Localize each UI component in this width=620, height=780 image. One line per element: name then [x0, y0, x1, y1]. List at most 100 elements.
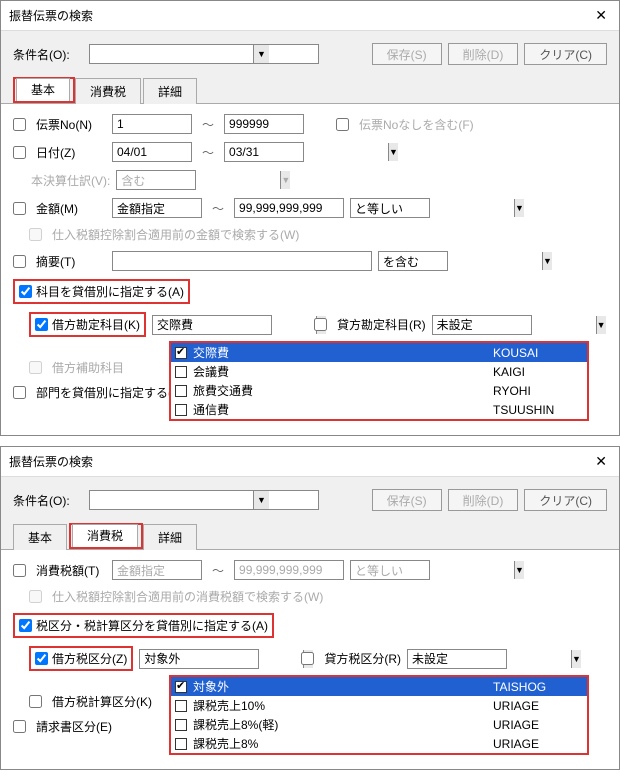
save-button[interactable]: 保存(S): [372, 43, 442, 65]
chevron-down-icon[interactable]: ▼: [514, 561, 524, 579]
highlight-tab-basic: 基本: [13, 77, 75, 103]
check-icon[interactable]: [175, 681, 187, 693]
check-icon[interactable]: [175, 385, 187, 397]
amount-kind-combo[interactable]: ▼: [112, 198, 202, 218]
slip-no-label: 伝票No(N): [36, 116, 106, 133]
amount-op[interactable]: [351, 199, 514, 217]
amount-to[interactable]: 99,999,999,999: [234, 198, 344, 218]
condition-name-combo[interactable]: ▼: [89, 44, 319, 64]
chevron-down-icon[interactable]: ▼: [388, 143, 398, 161]
dr-acct-dropdown[interactable]: 交際費 KOUSAI 会議費 KAIGI 旅費交通費 RYOHI 通信費 TSU…: [169, 341, 589, 421]
save-button[interactable]: 保存(S): [372, 489, 442, 511]
dr-acct-combo[interactable]: ▼: [152, 315, 272, 335]
condition-name-input[interactable]: [90, 45, 253, 63]
chevron-down-icon[interactable]: ▼: [596, 316, 606, 334]
item-name: 旅費交通費: [193, 382, 487, 399]
amount-op-combo[interactable]: ▼: [350, 560, 430, 580]
memo-op-combo[interactable]: ▼: [378, 251, 448, 271]
highlight-by-drcr: 税区分・税計算区分を貸借別に指定する(A): [13, 613, 274, 638]
slip-to[interactable]: 999999: [224, 114, 304, 134]
delete-button[interactable]: 削除(D): [448, 43, 519, 65]
cr-acct-combo[interactable]: ▼: [432, 315, 532, 335]
dr-tax-value[interactable]: [140, 650, 303, 668]
slip-none-check[interactable]: [336, 118, 349, 131]
condition-name-input[interactable]: [90, 491, 253, 509]
chevron-down-icon[interactable]: ▼: [253, 45, 269, 63]
check-icon[interactable]: [175, 738, 187, 750]
by-drcr-check[interactable]: [19, 285, 32, 298]
date-from-combo[interactable]: ▼: [112, 142, 192, 162]
amount-op[interactable]: [351, 561, 514, 579]
list-item[interactable]: 会議費 KAIGI: [171, 362, 587, 381]
cr-tax-value[interactable]: [408, 650, 571, 668]
close-icon[interactable]: ✕: [591, 7, 611, 24]
check-icon[interactable]: [175, 366, 187, 378]
chevron-down-icon[interactable]: ▼: [542, 252, 552, 270]
close-icon[interactable]: ✕: [591, 453, 611, 470]
amount-to[interactable]: 99,999,999,999: [234, 560, 344, 580]
amount-label: 金額(M): [36, 200, 106, 217]
list-item[interactable]: 交際費 KOUSAI: [171, 343, 587, 362]
memo-op[interactable]: [379, 252, 542, 270]
tab-tax[interactable]: 消費税: [72, 524, 138, 547]
check-icon[interactable]: [175, 347, 187, 359]
list-item[interactable]: 課税売上8% URIAGE: [171, 734, 587, 753]
tax-amt-label: 消費税額(T): [36, 562, 106, 579]
by-drcr-check[interactable]: [19, 619, 32, 632]
tab-tax[interactable]: 消費税: [75, 78, 141, 104]
list-item[interactable]: 課税売上8%(軽) URIAGE: [171, 715, 587, 734]
chevron-down-icon[interactable]: ▼: [571, 650, 581, 668]
clear-button[interactable]: クリア(C): [524, 43, 607, 65]
dr-tax-check[interactable]: [35, 652, 48, 665]
amount-check[interactable]: [13, 202, 26, 215]
item-name: 課税売上8%: [193, 735, 487, 752]
memo-input[interactable]: [112, 251, 372, 271]
cr-acct-check[interactable]: [314, 318, 327, 331]
dr-tax-combo[interactable]: ▼: [139, 649, 259, 669]
date-to[interactable]: [225, 143, 388, 161]
pretax-label: 仕入税額控除割合適用前の消費税額で検索する(W): [52, 588, 323, 605]
date-to-combo[interactable]: ▼: [224, 142, 304, 162]
item-name: 課税売上8%(軽): [193, 716, 487, 733]
list-item[interactable]: 旅費交通費 RYOHI: [171, 381, 587, 400]
cr-tax-check[interactable]: [301, 652, 314, 665]
tab-detail[interactable]: 詳細: [143, 524, 197, 550]
memo-label: 摘要(T): [36, 253, 106, 270]
clear-button[interactable]: クリア(C): [524, 489, 607, 511]
dr-calc-label: 借方税計算区分(K): [52, 693, 152, 710]
tax-amt-check[interactable]: [13, 564, 26, 577]
inv-check[interactable]: [13, 720, 26, 733]
tab-detail[interactable]: 詳細: [143, 78, 197, 104]
chevron-down-icon[interactable]: ▼: [253, 491, 269, 509]
check-icon[interactable]: [175, 404, 187, 416]
dept-check[interactable]: [13, 386, 26, 399]
slip-from[interactable]: 1: [112, 114, 192, 134]
tilde: ～: [208, 562, 228, 579]
list-item[interactable]: 通信費 TSUUSHIN: [171, 400, 587, 419]
tab-basic[interactable]: 基本: [16, 78, 70, 101]
cr-tax-combo[interactable]: ▼: [407, 649, 507, 669]
item-code: URIAGE: [493, 718, 583, 732]
dr-acct-value[interactable]: [153, 316, 316, 334]
dr-acct-label: 借方勘定科目(K): [52, 316, 140, 333]
cr-acct-value[interactable]: [433, 316, 596, 334]
tab-basic[interactable]: 基本: [13, 524, 67, 550]
amount-op-combo[interactable]: ▼: [350, 198, 430, 218]
list-item[interactable]: 対象外 TAISHOG: [171, 677, 587, 696]
dr-tax-dropdown[interactable]: 対象外 TAISHOG 課税売上10% URIAGE 課税売上8%(軽) URI…: [169, 675, 589, 755]
check-icon[interactable]: [175, 719, 187, 731]
inv-label: 請求書区分(E): [36, 718, 112, 735]
delete-button[interactable]: 削除(D): [448, 489, 519, 511]
dr-acct-check[interactable]: [35, 318, 48, 331]
amount-kind-combo[interactable]: ▼: [112, 560, 202, 580]
memo-check[interactable]: [13, 255, 26, 268]
list-item[interactable]: 課税売上10% URIAGE: [171, 696, 587, 715]
dr-calc-check[interactable]: [29, 695, 42, 708]
slip-no-check[interactable]: [13, 118, 26, 131]
chevron-down-icon[interactable]: ▼: [514, 199, 524, 217]
hon-value: [117, 171, 280, 189]
dept-label: 部門を貸借別に指定する(: [36, 384, 172, 401]
date-check[interactable]: [13, 146, 26, 159]
check-icon[interactable]: [175, 700, 187, 712]
condition-name-combo[interactable]: ▼: [89, 490, 319, 510]
